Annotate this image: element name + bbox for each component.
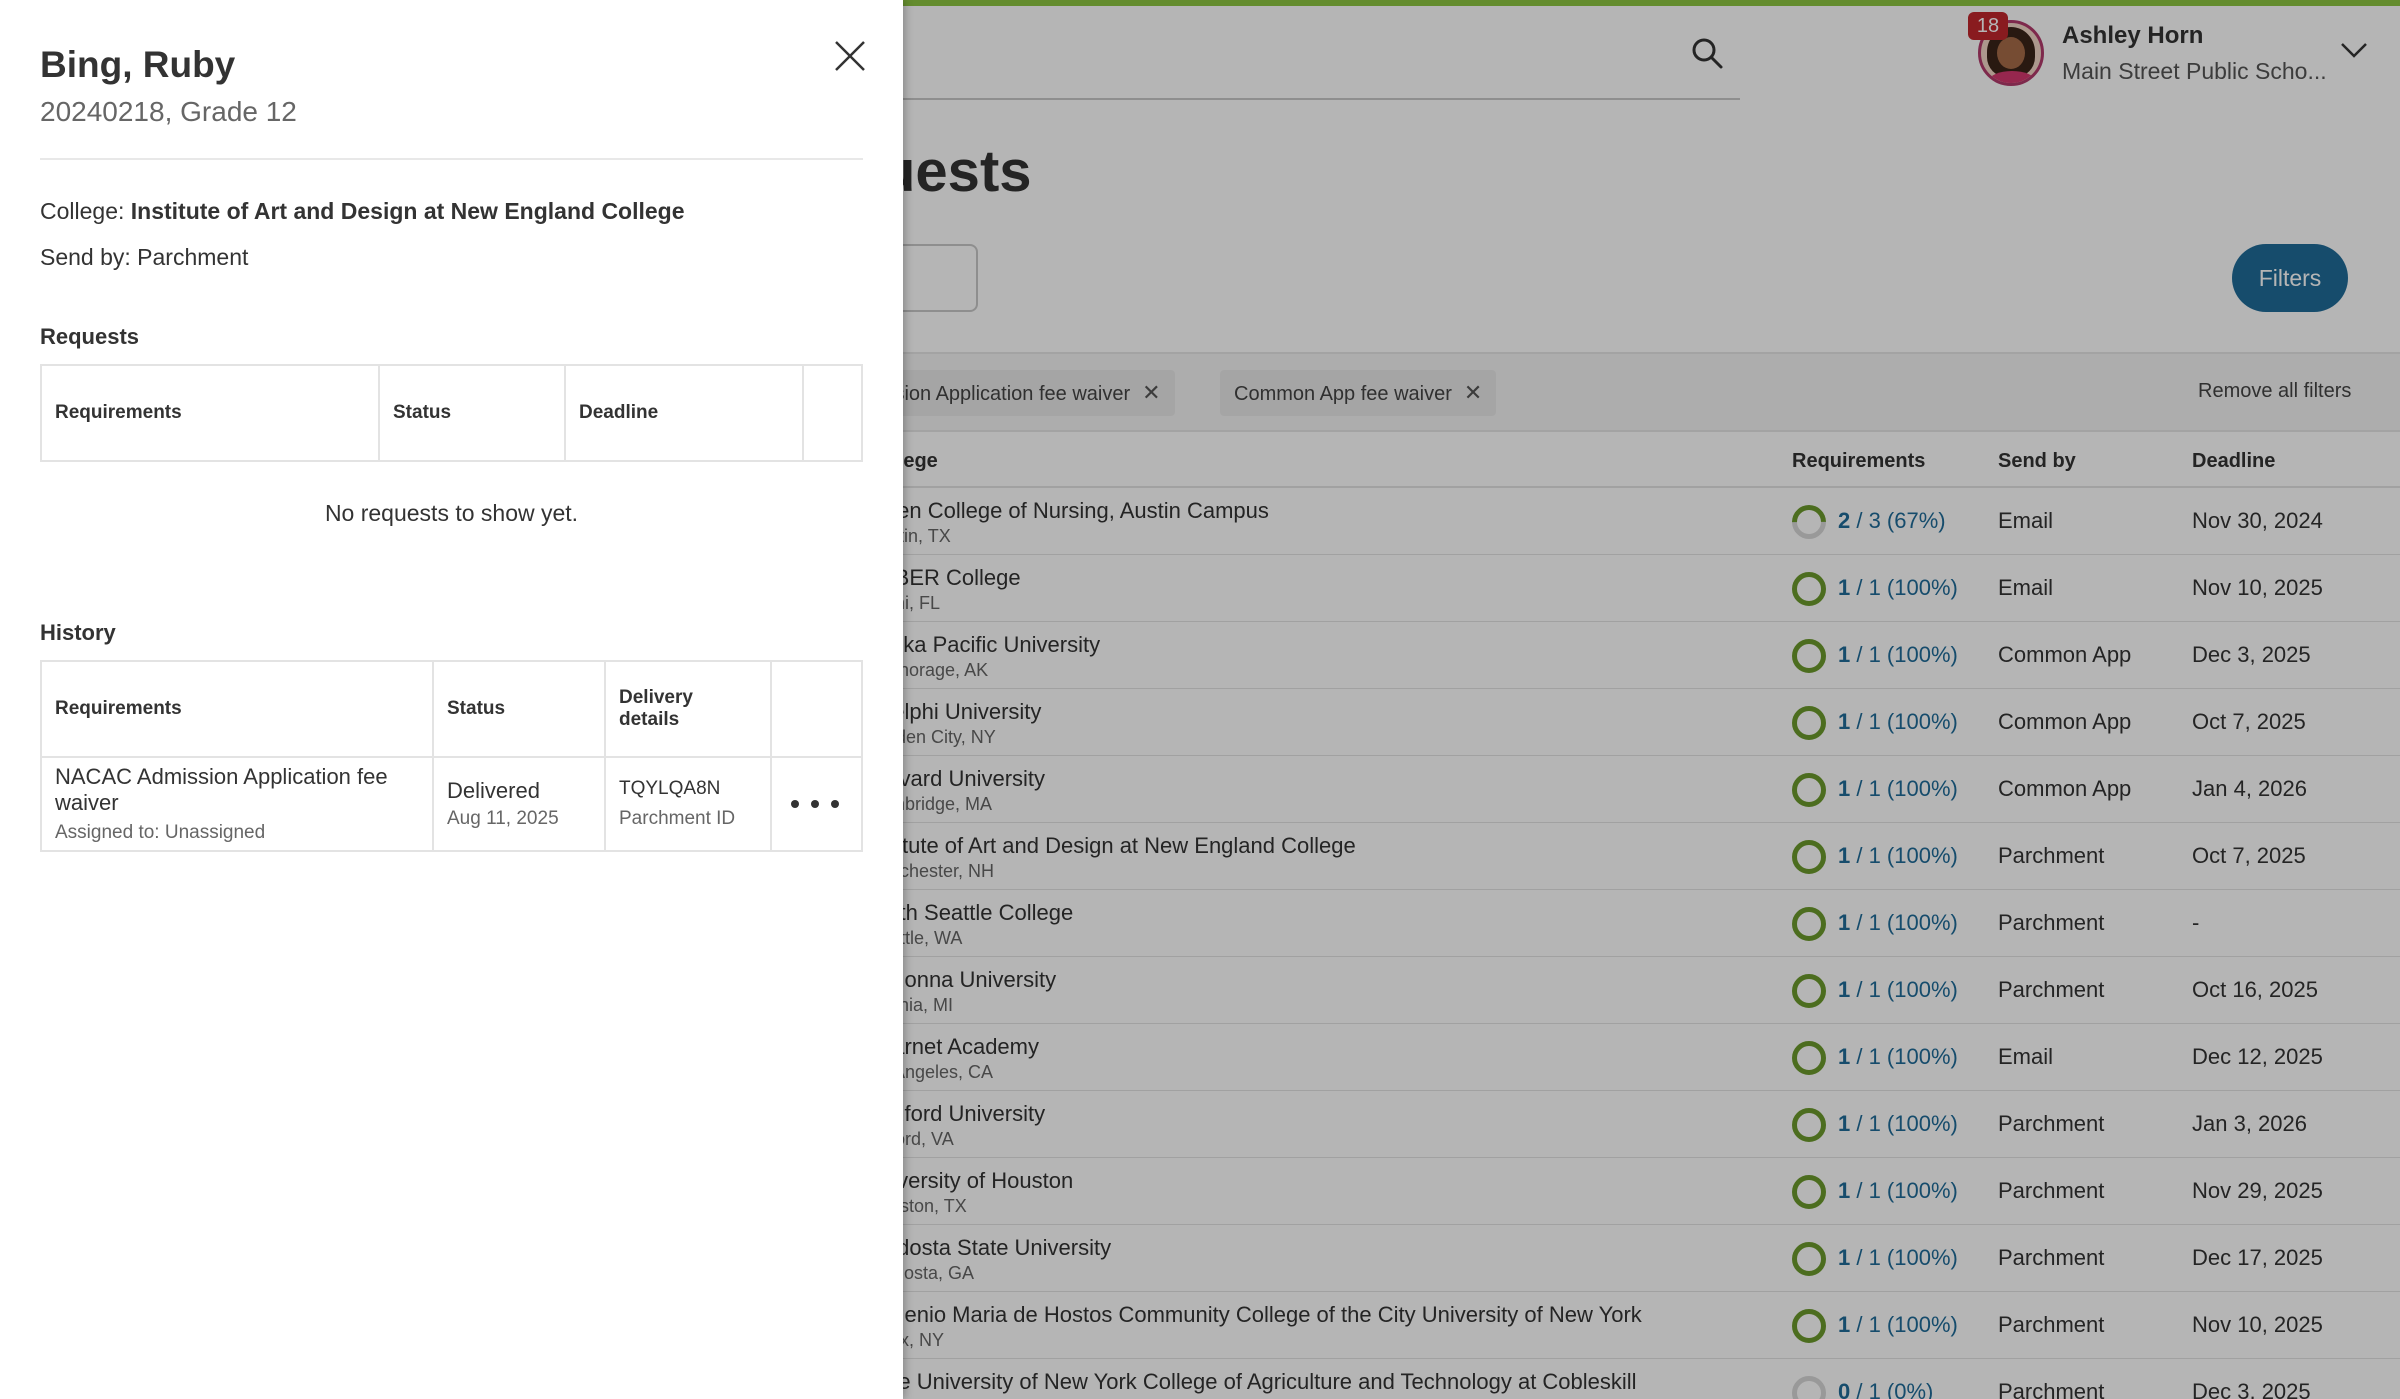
table-row: NACAC Admission Application fee waiver A… xyxy=(40,756,863,852)
requests-empty-message: No requests to show yet. xyxy=(324,500,579,526)
history-assigned: Assigned to: Unassigned xyxy=(55,822,266,843)
history-col-status: Status xyxy=(432,660,606,758)
delivery-code: TQYLQA8N xyxy=(619,778,721,799)
requests-heading: Requests xyxy=(40,324,140,349)
college-name: Institute of Art and Design at New Engla… xyxy=(130,198,685,224)
history-col-delivery: Delivery details xyxy=(604,660,772,758)
history-table: Requirements Status Delivery details NAC… xyxy=(40,660,863,852)
student-name: Bing, Ruby xyxy=(40,44,236,85)
college-line: College: Institute of Art and Design at … xyxy=(40,198,685,224)
student-id-grade: 20240218, Grade 12 xyxy=(40,96,297,127)
history-heading: History xyxy=(40,620,116,645)
requests-col-actions xyxy=(802,364,863,462)
requests-col-status: Status xyxy=(378,364,566,462)
student-detail-drawer: Bing, Ruby 20240218, Grade 12 College: I… xyxy=(0,0,903,1399)
requests-col-deadline: Deadline xyxy=(564,364,804,462)
send-by-line: Send by: Parchment xyxy=(40,244,249,270)
requests-col-requirements: Requirements xyxy=(40,364,380,462)
divider xyxy=(40,158,863,160)
delivery-code-label: Parchment ID xyxy=(619,808,736,829)
history-col-requirements: Requirements xyxy=(40,660,434,758)
history-col-actions xyxy=(770,660,863,758)
history-requirement: NACAC Admission Application fee waiver xyxy=(55,764,388,815)
requests-table: Requirements Status Deadline xyxy=(40,364,863,462)
history-date: Aug 11, 2025 xyxy=(447,808,559,829)
history-status: Delivered xyxy=(447,778,540,803)
more-options-icon[interactable] xyxy=(785,784,845,824)
close-icon[interactable] xyxy=(830,36,870,76)
